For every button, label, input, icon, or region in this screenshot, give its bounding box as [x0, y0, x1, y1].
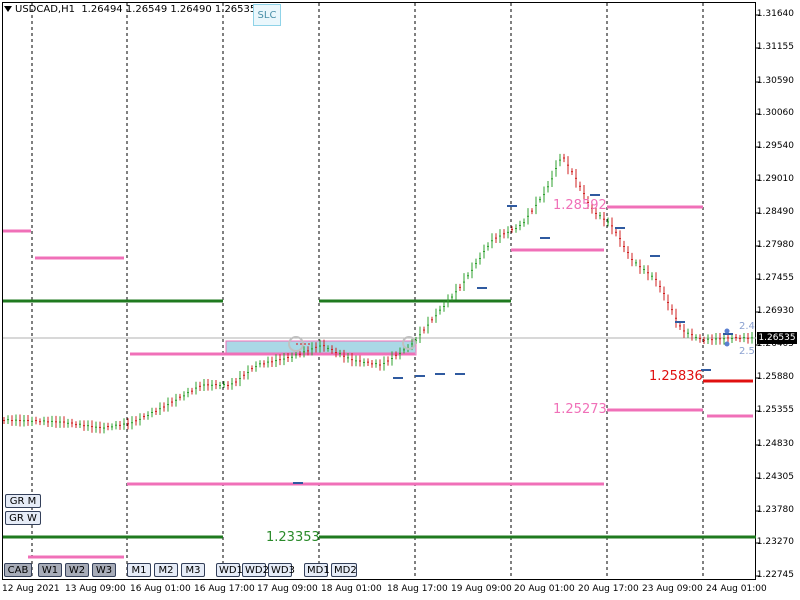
chart-frame[interactable]: USDCAD,H1 1.26494 1.26549 1.26490 1.2653…	[0, 0, 800, 600]
price-axis-label: 1.31640	[756, 9, 794, 19]
time-axis-label: 13 Aug 09:00	[65, 584, 126, 594]
timeframe-button-m1[interactable]: M1	[127, 563, 151, 577]
timeframe-button-w1[interactable]: W1	[38, 563, 62, 577]
price-axis-label: 1.25880	[756, 372, 794, 382]
time-axis-label: 18 Aug 17:00	[387, 584, 448, 594]
side-marker-label: 2.5	[739, 346, 755, 357]
price-axis-label: 1.27980	[756, 240, 794, 250]
side-marker-label: 2.4	[739, 321, 755, 332]
timeframe-button-w3[interactable]: W3	[92, 563, 116, 577]
timeframe-button-w2[interactable]: W2	[65, 563, 89, 577]
price-axis-label: 1.31155	[756, 42, 794, 52]
price-axis-label: 1.24830	[756, 439, 794, 449]
ohlc-label: 1.26494 1.26549 1.26490 1.26535	[81, 4, 257, 15]
timeframe-button-wd1[interactable]: WD1	[216, 563, 243, 577]
time-axis-label: 16 Aug 17:00	[194, 584, 255, 594]
symbol-label: USDCAD,H1	[15, 4, 75, 15]
time-axis-label: 24 Aug 01:00	[706, 584, 767, 594]
price-axis-label: 1.25355	[756, 405, 794, 415]
blue-marks	[293, 194, 733, 484]
plot-border	[2, 2, 756, 580]
time-axis-label: 17 Aug 09:00	[257, 584, 318, 594]
price-axis-label: 1.22745	[756, 570, 794, 580]
price-axis-label: 1.29540	[756, 141, 794, 151]
symbol-header: USDCAD,H1 1.26494 1.26549 1.26490 1.2653…	[4, 4, 256, 15]
time-axis-label: 23 Aug 09:00	[642, 584, 703, 594]
price-axis-label: 1.29010	[756, 174, 794, 184]
price-axis-label: 1.28490	[756, 207, 794, 217]
price-axis-label: 1.23780	[756, 505, 794, 515]
day-separators	[31, 3, 704, 580]
level-label-red: 1.25836	[649, 369, 703, 384]
timeframe-button-md1[interactable]: MD1	[304, 563, 330, 577]
slc-button[interactable]: SLC	[253, 4, 281, 26]
level-lines	[3, 205, 756, 559]
price-axis-label: 1.23270	[756, 537, 794, 547]
price-axis-label: 1.24305	[756, 472, 794, 482]
level-label-pink: 1.28592	[553, 198, 607, 213]
timeframe-button-m2[interactable]: M2	[154, 563, 178, 577]
price-axis-label: 1.26930	[756, 306, 794, 316]
time-axis-label: 20 Aug 17:00	[578, 584, 639, 594]
marker-dot-icon	[724, 341, 730, 347]
price-axis-label: 1.27455	[756, 273, 794, 283]
current-price-badge: 1.26535	[757, 332, 797, 344]
timeframe-button-cab[interactable]: CAB	[4, 563, 32, 577]
time-axis-label: 19 Aug 09:00	[451, 584, 512, 594]
dropdown-triangle-icon[interactable]	[4, 6, 12, 12]
time-axis-label: 20 Aug 01:00	[514, 584, 575, 594]
marker-dot-icon	[724, 328, 730, 334]
price-axis-label: 1.30060	[756, 108, 794, 118]
time-axis-label: 12 Aug 2021	[2, 584, 60, 594]
timeframe-button-md2[interactable]: MD2	[331, 563, 357, 577]
time-axis-label: 16 Aug 01:00	[130, 584, 191, 594]
level-label-green: 1.23353	[266, 530, 320, 545]
price-axis-label: 1.30590	[756, 76, 794, 86]
gr-w-button[interactable]: GR W	[5, 511, 41, 525]
time-axis-label: 18 Aug 01:00	[321, 584, 382, 594]
timeframe-button-m3[interactable]: M3	[181, 563, 205, 577]
timeframe-button-wd3[interactable]: WD3	[268, 563, 295, 577]
candles	[3, 153, 753, 434]
gr-m-button[interactable]: GR M	[5, 494, 41, 508]
price-chart[interactable]	[0, 0, 800, 600]
level-label-pink: 1.25273	[553, 402, 607, 417]
timeframe-button-wd2[interactable]: WD2	[242, 563, 269, 577]
